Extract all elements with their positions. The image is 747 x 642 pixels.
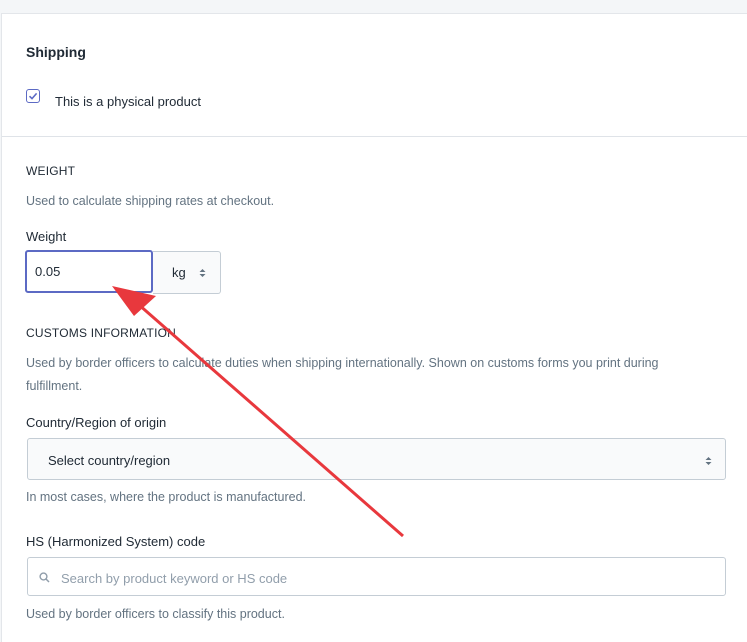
select-arrows-icon — [199, 266, 206, 281]
select-arrows-icon — [705, 454, 712, 469]
customs-heading: CUSTOMS INFORMATION — [26, 326, 177, 340]
divider — [2, 136, 747, 137]
hs-code-search-input[interactable]: Search by product keyword or HS code — [27, 557, 726, 596]
customs-help: Used by border officers to calculate dut… — [26, 352, 726, 398]
hs-help: Used by border officers to classify this… — [26, 607, 285, 621]
search-icon — [39, 571, 50, 586]
weight-help: Used to calculate shipping rates at chec… — [26, 194, 275, 208]
weight-unit-select[interactable]: kg — [153, 251, 221, 294]
weight-heading: WEIGHT — [26, 164, 76, 178]
section-title: Shipping — [26, 44, 86, 60]
physical-product-checkbox[interactable] — [26, 89, 40, 103]
country-label: Country/Region of origin — [26, 415, 167, 430]
hs-placeholder: Search by product keyword or HS code — [61, 571, 288, 586]
weight-value: 0.05 — [35, 264, 61, 279]
country-help: In most cases, where the product is manu… — [26, 490, 306, 504]
weight-unit-value: kg — [172, 265, 186, 280]
customs-help-line2: fulfillment. — [26, 379, 83, 393]
hs-label: HS (Harmonized System) code — [26, 534, 206, 549]
weight-input[interactable]: 0.05 — [25, 250, 153, 293]
country-select[interactable]: Select country/region — [27, 438, 726, 480]
customs-help-line1: Used by border officers to calculate dut… — [26, 356, 659, 370]
physical-product-label[interactable]: This is a physical product — [55, 94, 201, 109]
country-select-value: Select country/region — [48, 453, 171, 468]
weight-label: Weight — [26, 229, 67, 244]
shipping-card: Shipping This is a physical product WEIG… — [1, 13, 747, 642]
checkmark-icon — [28, 92, 38, 100]
